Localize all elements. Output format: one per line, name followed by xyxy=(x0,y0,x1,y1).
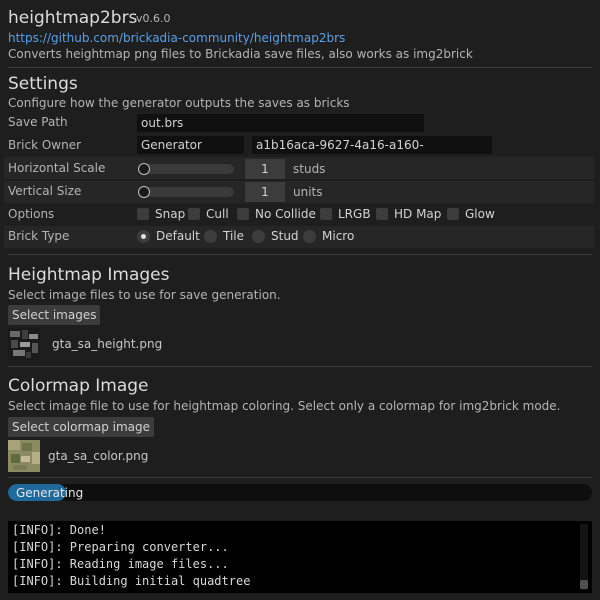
cull-checkbox[interactable]: Cull xyxy=(188,207,229,221)
options-label: Options xyxy=(8,207,55,221)
heightmap-preview-image xyxy=(8,328,40,360)
radio-circle[interactable] xyxy=(252,229,265,243)
checkbox-label: Cull xyxy=(206,207,229,221)
heightmap-filename: gta_sa_height.png xyxy=(52,337,163,351)
colormap-description: Select image file to use for heightmap c… xyxy=(8,399,561,413)
app-title: heightmap2brs xyxy=(8,8,138,28)
colormap-thumbnail xyxy=(8,440,40,472)
default-radio[interactable]: Default xyxy=(137,229,200,243)
colormap-filename: gta_sa_color.png xyxy=(48,449,149,463)
progress-bar xyxy=(8,484,592,501)
checkbox-label: No Collide xyxy=(255,207,316,221)
log-output[interactable]: [INFO]: Done! [INFO]: Preparing converte… xyxy=(8,521,592,593)
checkbox-box[interactable] xyxy=(320,208,332,220)
radio-label: Stud xyxy=(271,229,299,243)
app-description: Converts heightmap png files to Brickadi… xyxy=(8,47,473,61)
heightmap-description: Select image files to use for save gener… xyxy=(8,288,281,302)
horizontal-scale-value[interactable]: 1 xyxy=(245,159,285,179)
divider xyxy=(8,67,592,68)
horizontal-scale-label: Horizontal Scale xyxy=(8,161,106,175)
radio-circle[interactable] xyxy=(204,229,217,243)
repo-link[interactable]: https://github.com/brickadia-community/h… xyxy=(8,31,345,45)
no-collide-checkbox[interactable]: No Collide xyxy=(237,207,316,221)
checkbox-box[interactable] xyxy=(447,208,459,220)
checkbox-box[interactable] xyxy=(137,208,149,220)
select-colormap-button[interactable]: Select colormap image xyxy=(8,417,155,437)
brick-owner-label: Brick Owner xyxy=(8,138,82,152)
version-label: v0.6.0 xyxy=(136,12,171,25)
select-images-button[interactable]: Select images xyxy=(8,305,101,325)
owner-id-input[interactable]: a1b16aca-9627-4a16-a160-67fa9adbb7b6 xyxy=(252,136,492,170)
log-line: [INFO]: Building initial quadtree xyxy=(12,574,251,588)
glow-checkbox[interactable]: Glow xyxy=(447,207,495,221)
checkbox-label: HD Map xyxy=(394,207,442,221)
tile-radio[interactable]: Tile xyxy=(204,229,244,243)
lrgb-checkbox[interactable]: LRGB xyxy=(320,207,371,221)
colormap-preview-image xyxy=(8,440,40,472)
progress-label: Generating xyxy=(16,486,84,500)
heightmap-thumbnail xyxy=(8,328,40,360)
stud-radio[interactable]: Stud xyxy=(252,229,299,243)
vertical-size-slider[interactable] xyxy=(138,187,234,197)
horizontal-scale-slider[interactable] xyxy=(138,164,234,174)
radio-label: Tile xyxy=(223,229,245,243)
divider xyxy=(8,366,592,367)
checkbox-label: Glow xyxy=(465,207,495,221)
save-path-input[interactable]: out.brs xyxy=(137,114,424,132)
radio-label: Default xyxy=(156,229,200,243)
slider-handle[interactable] xyxy=(138,163,150,175)
snap-checkbox[interactable]: Snap xyxy=(137,207,185,221)
log-line: [INFO]: Reading image files... xyxy=(12,557,229,571)
vertical-size-label: Vertical Size xyxy=(8,184,82,198)
log-line: [INFO]: Done! xyxy=(12,523,106,537)
divider xyxy=(8,477,592,478)
owner-name-input[interactable]: Generator xyxy=(137,136,244,154)
micro-radio[interactable]: Micro xyxy=(303,229,354,243)
settings-description: Configure how the generator outputs the … xyxy=(8,96,350,110)
settings-title: Settings xyxy=(8,74,78,94)
save-path-label: Save Path xyxy=(8,115,68,129)
divider xyxy=(8,254,592,255)
log-scrollbar-thumb[interactable] xyxy=(580,580,588,589)
brick-type-label: Brick Type xyxy=(8,229,70,243)
checkbox-box[interactable] xyxy=(376,208,388,220)
vertical-size-value[interactable]: 1 xyxy=(245,182,285,202)
heightmap-title: Heightmap Images xyxy=(8,265,170,285)
slider-handle[interactable] xyxy=(138,186,150,198)
checkbox-label: LRGB xyxy=(338,207,371,221)
log-line: [INFO]: Preparing converter... xyxy=(12,540,229,554)
colormap-title: Colormap Image xyxy=(8,376,149,396)
row-highlight xyxy=(4,226,594,248)
vertical-size-unit: units xyxy=(293,185,323,199)
radio-label: Micro xyxy=(322,229,355,243)
hd-map-checkbox[interactable]: HD Map xyxy=(376,207,441,221)
radio-circle[interactable] xyxy=(303,229,316,243)
radio-circle[interactable] xyxy=(137,229,150,243)
checkbox-box[interactable] xyxy=(237,208,249,220)
checkbox-box[interactable] xyxy=(188,208,200,220)
checkbox-label: Snap xyxy=(155,207,186,221)
horizontal-scale-unit: studs xyxy=(293,162,326,176)
